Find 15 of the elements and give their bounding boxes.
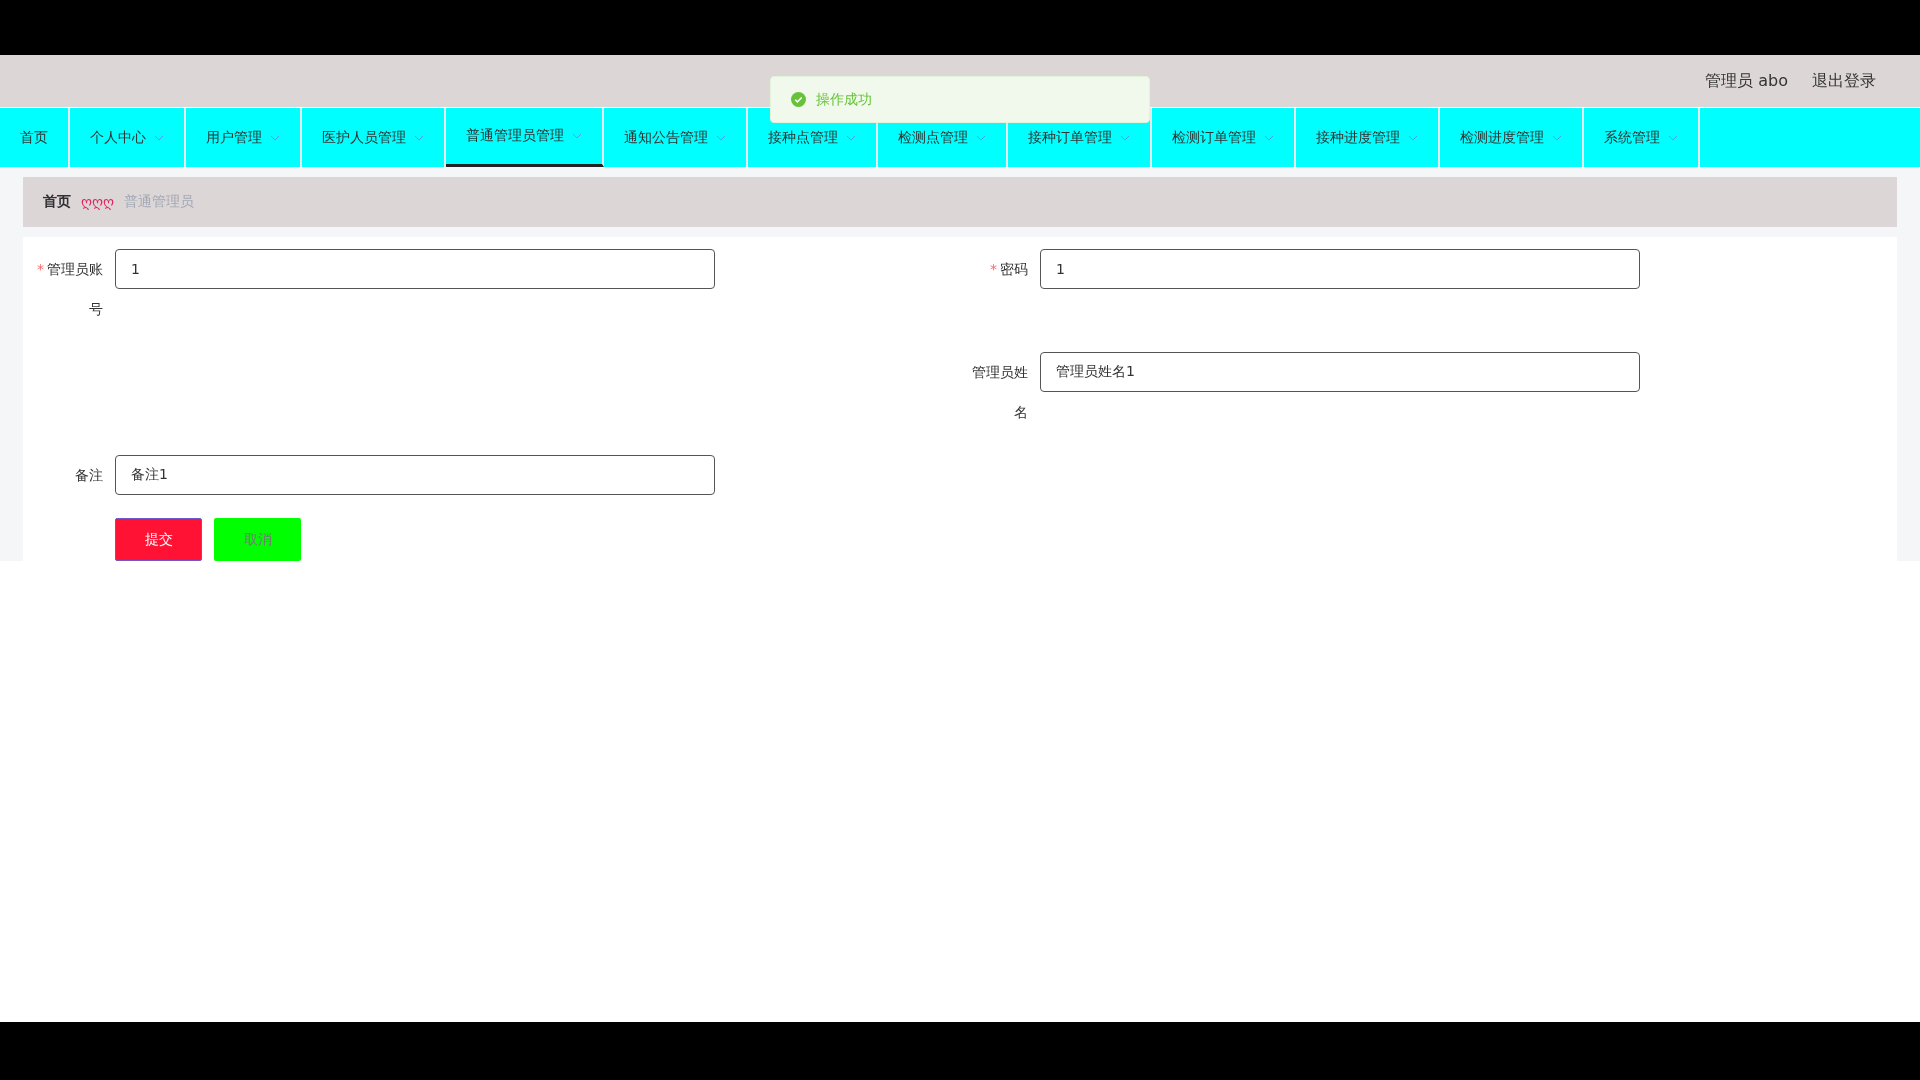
field-label: 备注: [74, 466, 104, 485]
field-label: * 密码: [989, 260, 1029, 279]
breadcrumb-separator: ღღღ: [81, 194, 115, 210]
check-circle-icon: [791, 92, 806, 107]
field-label: * 管理员账号: [36, 260, 104, 319]
text-field[interactable]: 1: [115, 249, 715, 289]
submit-button[interactable]: 提交: [115, 518, 202, 561]
user-name: 管理员 abo: [1705, 70, 1788, 92]
toast-message: 操作成功: [816, 90, 872, 109]
text-field[interactable]: 管理员姓名1: [1040, 352, 1640, 392]
text-field[interactable]: 备注1: [115, 455, 715, 495]
field-label: 管理员姓名: [971, 363, 1029, 422]
logout-link[interactable]: 退出登录: [1812, 70, 1876, 92]
text-field[interactable]: 1: [1040, 249, 1640, 289]
breadcrumb-home[interactable]: 首页: [43, 193, 71, 211]
